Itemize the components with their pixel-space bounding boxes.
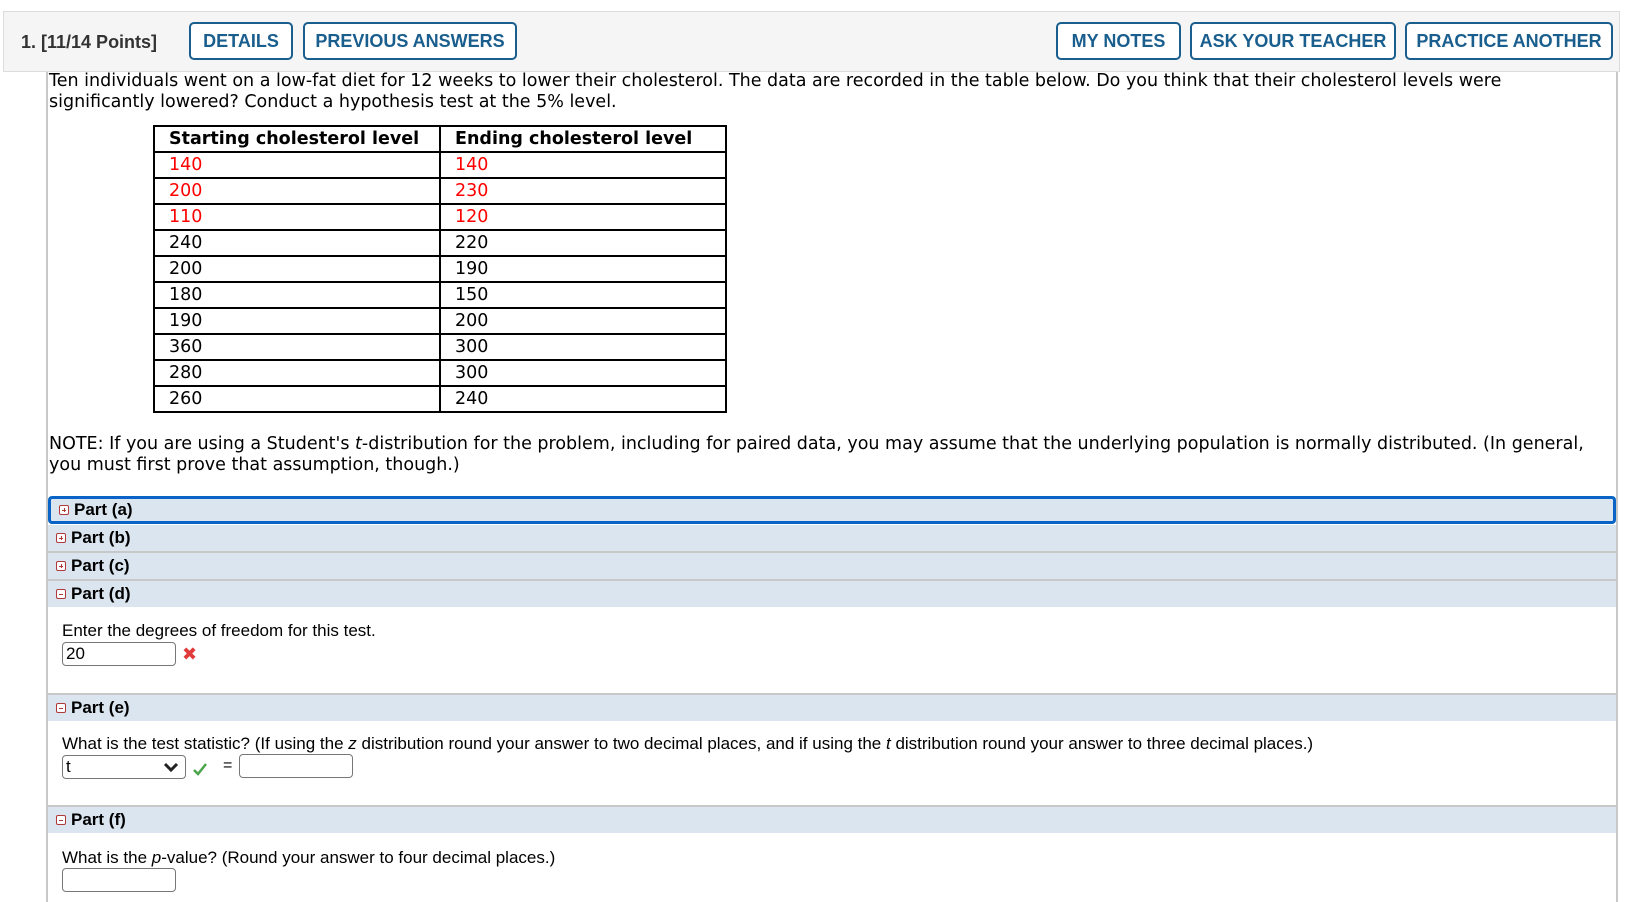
my-notes-button[interactable]: MY NOTES bbox=[1056, 22, 1181, 60]
part-b-label: Part (b) bbox=[71, 528, 131, 547]
starting-level-cell: 200 bbox=[153, 177, 441, 205]
part-f-question: What is the p-value? (Round your answer … bbox=[62, 848, 555, 868]
question-text: distribution round your answer to three … bbox=[890, 734, 1314, 753]
part-d-label: Part (d) bbox=[71, 584, 131, 603]
ending-level-cell: 140 bbox=[439, 151, 727, 179]
starting-level-cell: 110 bbox=[153, 203, 441, 231]
ending-level-cell: 120 bbox=[439, 203, 727, 231]
equals-sign: = bbox=[223, 757, 233, 774]
ending-level-cell: 300 bbox=[439, 359, 727, 387]
table-row: 200 190 bbox=[153, 255, 727, 283]
table-row: 280 300 bbox=[153, 359, 727, 387]
degrees-of-freedom-input[interactable]: 20 bbox=[62, 642, 176, 666]
ending-level-cell: 220 bbox=[439, 229, 727, 257]
table-row: 360 300 bbox=[153, 333, 727, 361]
practice-another-button[interactable]: PRACTICE ANOTHER bbox=[1405, 22, 1613, 60]
test-statistic-input[interactable] bbox=[239, 754, 353, 778]
part-c-label: Part (c) bbox=[71, 556, 130, 575]
table-row: 180 150 bbox=[153, 281, 727, 309]
expand-icon bbox=[56, 561, 66, 571]
part-f-label: Part (f) bbox=[71, 810, 126, 829]
part-b-header[interactable]: Part (b) bbox=[48, 525, 1616, 551]
part-a-header[interactable]: Part (a) bbox=[48, 496, 1616, 524]
collapse-icon bbox=[56, 589, 66, 599]
table-row: 240 220 bbox=[153, 229, 727, 257]
question-text: What is the bbox=[62, 848, 152, 867]
previous-answers-button[interactable]: PREVIOUS ANSWERS bbox=[303, 22, 517, 60]
p-value-input[interactable] bbox=[62, 868, 176, 892]
expand-icon bbox=[56, 533, 66, 543]
ending-level-cell: 200 bbox=[439, 307, 727, 335]
starting-level-cell: 200 bbox=[153, 255, 441, 283]
starting-level-cell: 360 bbox=[153, 333, 441, 361]
problem-prompt: Ten individuals went on a low-fat diet f… bbox=[49, 71, 1502, 112]
table-header-row: Starting cholesterol level Ending choles… bbox=[153, 125, 727, 153]
ending-level-cell: 150 bbox=[439, 281, 727, 309]
expand-icon bbox=[59, 505, 69, 515]
note-text-italic: t bbox=[355, 434, 362, 454]
collapse-icon bbox=[56, 815, 66, 825]
note-text-prefix: NOTE: If you are using a Student's bbox=[49, 434, 356, 454]
table-row: 200 230 bbox=[153, 177, 727, 205]
question-points-label: 1. [11/14 Points] bbox=[21, 32, 158, 52]
ending-level-cell: 240 bbox=[439, 385, 727, 413]
question-text: What is the test statistic? (If using th… bbox=[62, 734, 349, 753]
part-f-header[interactable]: Part (f) bbox=[48, 807, 1616, 833]
part-c-header[interactable]: Part (c) bbox=[48, 553, 1616, 579]
part-d-question: Enter the degrees of freedom for this te… bbox=[62, 621, 376, 640]
starting-level-cell: 140 bbox=[153, 151, 441, 179]
distribution-selected-value: t bbox=[66, 757, 71, 776]
table-row: 110 120 bbox=[153, 203, 727, 231]
correct-check-icon bbox=[193, 763, 207, 776]
cholesterol-table: Starting cholesterol level Ending choles… bbox=[153, 125, 727, 413]
question-text: distribution round your answer to two de… bbox=[356, 734, 886, 753]
table-row: 140 140 bbox=[153, 151, 727, 179]
starting-level-cell: 190 bbox=[153, 307, 441, 335]
table-row: 260 240 bbox=[153, 385, 727, 413]
question-text-p: p bbox=[151, 848, 162, 867]
part-e-header[interactable]: Part (e) bbox=[48, 695, 1616, 721]
incorrect-x-icon: ✖ bbox=[182, 644, 198, 665]
details-button[interactable]: DETAILS bbox=[189, 22, 293, 60]
collapse-icon bbox=[56, 703, 66, 713]
starting-level-cell: 180 bbox=[153, 281, 441, 309]
part-e-question: What is the test statistic? (If using th… bbox=[62, 734, 1313, 754]
question-text: -value? (Round your answer to four decim… bbox=[161, 848, 556, 867]
ending-level-cell: 190 bbox=[439, 255, 727, 283]
ending-level-cell: 300 bbox=[439, 333, 727, 361]
column-header-ending: Ending cholesterol level bbox=[439, 125, 727, 153]
starting-level-cell: 280 bbox=[153, 359, 441, 387]
part-e-label: Part (e) bbox=[71, 698, 130, 717]
distribution-select[interactable]: t bbox=[62, 755, 186, 779]
question-text-z: z bbox=[348, 734, 357, 753]
table-row: 190 200 bbox=[153, 307, 727, 335]
starting-level-cell: 260 bbox=[153, 385, 441, 413]
ask-your-teacher-button[interactable]: ASK YOUR TEACHER bbox=[1190, 22, 1396, 60]
chevron-down-icon bbox=[163, 762, 179, 773]
column-header-starting: Starting cholesterol level bbox=[153, 125, 441, 153]
starting-level-cell: 240 bbox=[153, 229, 441, 257]
problem-note: NOTE: If you are using a Student's t-dis… bbox=[49, 434, 1609, 475]
part-d-header[interactable]: Part (d) bbox=[48, 581, 1616, 607]
ending-level-cell: 230 bbox=[439, 177, 727, 205]
question-header: 1. [11/14 Points] DETAILS PREVIOUS ANSWE… bbox=[3, 11, 1620, 72]
part-a-label: Part (a) bbox=[74, 500, 133, 519]
